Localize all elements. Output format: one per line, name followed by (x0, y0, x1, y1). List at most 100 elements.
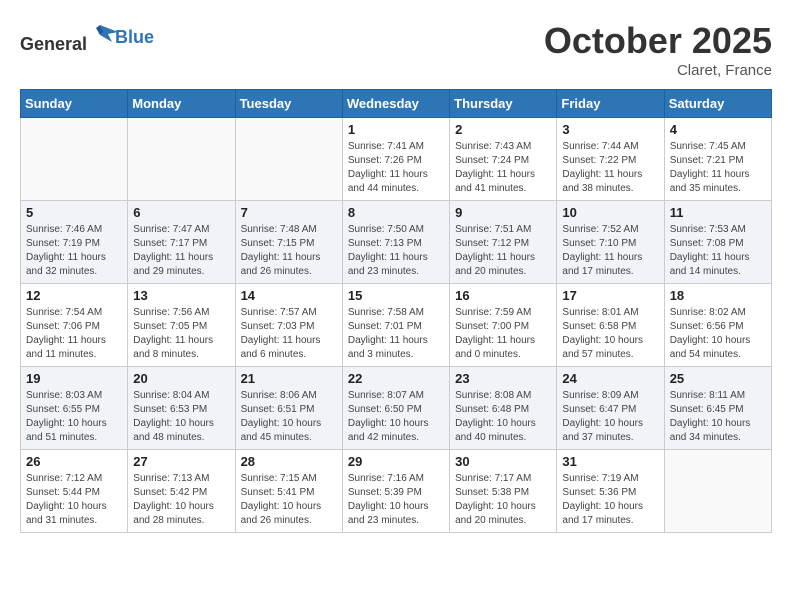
table-row: 12 Sunrise: 7:54 AM Sunset: 7:06 PM Dayli… (21, 284, 128, 367)
day-number: 6 (133, 205, 229, 220)
day-number: 26 (26, 454, 122, 469)
table-row: 1 Sunrise: 7:41 AM Sunset: 7:26 PM Daylig… (342, 118, 449, 201)
day-number: 30 (455, 454, 551, 469)
calendar-week-row: 19 Sunrise: 8:03 AM Sunset: 6:55 PM Dayli… (21, 367, 772, 450)
day-info: Sunrise: 8:02 AM Sunset: 6:56 PM Dayligh… (670, 306, 766, 362)
day-number: 9 (455, 205, 551, 220)
table-row: 10 Sunrise: 7:52 AM Sunset: 7:10 PM Dayli… (557, 201, 664, 284)
header-saturday: Saturday (664, 90, 771, 118)
day-info: Sunrise: 8:06 AM Sunset: 6:51 PM Dayligh… (241, 389, 337, 445)
table-row: 11 Sunrise: 7:53 AM Sunset: 7:08 PM Dayli… (664, 201, 771, 284)
day-number: 25 (670, 371, 766, 386)
table-row: 22 Sunrise: 8:07 AM Sunset: 6:50 PM Dayli… (342, 367, 449, 450)
table-row: 28 Sunrise: 7:15 AM Sunset: 5:41 PM Dayli… (235, 450, 342, 533)
table-row: 21 Sunrise: 8:06 AM Sunset: 6:51 PM Dayli… (235, 367, 342, 450)
calendar-week-row: 1 Sunrise: 7:41 AM Sunset: 7:26 PM Daylig… (21, 118, 772, 201)
header-monday: Monday (128, 90, 235, 118)
table-row: 23Sunrise: 8:08 AM Sunset: 6:48 PM Dayli… (450, 367, 557, 450)
table-row: 24 Sunrise: 8:09 AM Sunset: 6:47 PM Dayli… (557, 367, 664, 450)
day-info: Sunrise: 7:44 AM Sunset: 7:22 PM Dayligh… (562, 140, 658, 196)
table-row: 6 Sunrise: 7:47 AM Sunset: 7:17 PM Daylig… (128, 201, 235, 284)
table-row: 8 Sunrise: 7:50 AM Sunset: 7:13 PM Daylig… (342, 201, 449, 284)
day-info: Sunrise: 8:09 AM Sunset: 6:47 PM Dayligh… (562, 389, 658, 445)
title-section: October 2025 Claret, France (544, 20, 772, 79)
day-number: 29 (348, 454, 444, 469)
day-number: 20 (133, 371, 229, 386)
day-number: 19 (26, 371, 122, 386)
day-number: 11 (670, 205, 766, 220)
day-info: Sunrise: 7:48 AM Sunset: 7:15 PM Dayligh… (241, 223, 337, 279)
day-number: 16 (455, 288, 551, 303)
day-info: Sunrise: 8:08 AM Sunset: 6:48 PM Dayligh… (455, 389, 551, 445)
day-info: Sunrise: 7:15 AM Sunset: 5:41 PM Dayligh… (241, 472, 337, 528)
header-wednesday: Wednesday (342, 90, 449, 118)
table-row: 7 Sunrise: 7:48 AM Sunset: 7:15 PM Daylig… (235, 201, 342, 284)
table-row: 20 Sunrise: 8:04 AM Sunset: 6:53 PM Dayli… (128, 367, 235, 450)
table-row: 30Sunrise: 7:17 AM Sunset: 5:38 PM Dayli… (450, 450, 557, 533)
day-number: 21 (241, 371, 337, 386)
day-info: Sunrise: 7:52 AM Sunset: 7:10 PM Dayligh… (562, 223, 658, 279)
header-friday: Friday (557, 90, 664, 118)
table-row: 4 Sunrise: 7:45 AM Sunset: 7:21 PM Daylig… (664, 118, 771, 201)
day-number: 12 (26, 288, 122, 303)
day-number: 7 (241, 205, 337, 220)
month-title: October 2025 (544, 20, 772, 62)
calendar-week-row: 5Sunrise: 7:46 AM Sunset: 7:19 PM Daylig… (21, 201, 772, 284)
calendar-week-row: 12 Sunrise: 7:54 AM Sunset: 7:06 PM Dayli… (21, 284, 772, 367)
table-row: 13 Sunrise: 7:56 AM Sunset: 7:05 PM Dayli… (128, 284, 235, 367)
day-number: 22 (348, 371, 444, 386)
table-row: 3 Sunrise: 7:44 AM Sunset: 7:22 PM Daylig… (557, 118, 664, 201)
calendar-week-row: 26 Sunrise: 7:12 AM Sunset: 5:44 PM Dayli… (21, 450, 772, 533)
day-info: Sunrise: 7:58 AM Sunset: 7:01 PM Dayligh… (348, 306, 444, 362)
calendar-table: Sunday Monday Tuesday Wednesday Thursday… (20, 89, 772, 533)
day-info: Sunrise: 7:53 AM Sunset: 7:08 PM Dayligh… (670, 223, 766, 279)
day-number: 31 (562, 454, 658, 469)
table-row: 27 Sunrise: 7:13 AM Sunset: 5:42 PM Dayli… (128, 450, 235, 533)
weekday-header-row: Sunday Monday Tuesday Wednesday Thursday… (21, 90, 772, 118)
page-header: General Blue October 2025 Claret, France (20, 20, 772, 79)
day-number: 10 (562, 205, 658, 220)
day-number: 15 (348, 288, 444, 303)
table-row (128, 118, 235, 201)
day-number: 17 (562, 288, 658, 303)
day-info: Sunrise: 8:07 AM Sunset: 6:50 PM Dayligh… (348, 389, 444, 445)
day-info: Sunrise: 7:54 AM Sunset: 7:06 PM Dayligh… (26, 306, 122, 362)
day-number: 1 (348, 122, 444, 137)
day-info: Sunrise: 8:04 AM Sunset: 6:53 PM Dayligh… (133, 389, 229, 445)
table-row: 31Sunrise: 7:19 AM Sunset: 5:36 PM Dayli… (557, 450, 664, 533)
day-number: 24 (562, 371, 658, 386)
day-info: Sunrise: 8:11 AM Sunset: 6:45 PM Dayligh… (670, 389, 766, 445)
table-row: 17 Sunrise: 8:01 AM Sunset: 6:58 PM Dayli… (557, 284, 664, 367)
day-number: 14 (241, 288, 337, 303)
logo-blue: Blue (115, 27, 154, 47)
day-info: Sunrise: 7:56 AM Sunset: 7:05 PM Dayligh… (133, 306, 229, 362)
table-row: 15 Sunrise: 7:58 AM Sunset: 7:01 PM Dayli… (342, 284, 449, 367)
day-number: 8 (348, 205, 444, 220)
table-row: 9Sunrise: 7:51 AM Sunset: 7:12 PM Daylig… (450, 201, 557, 284)
day-number: 2 (455, 122, 551, 137)
table-row: 16Sunrise: 7:59 AM Sunset: 7:00 PM Dayli… (450, 284, 557, 367)
day-info: Sunrise: 7:12 AM Sunset: 5:44 PM Dayligh… (26, 472, 122, 528)
table-row (664, 450, 771, 533)
day-info: Sunrise: 7:43 AM Sunset: 7:24 PM Dayligh… (455, 140, 551, 196)
day-number: 27 (133, 454, 229, 469)
day-info: Sunrise: 7:13 AM Sunset: 5:42 PM Dayligh… (133, 472, 229, 528)
header-tuesday: Tuesday (235, 90, 342, 118)
day-number: 13 (133, 288, 229, 303)
day-info: Sunrise: 8:03 AM Sunset: 6:55 PM Dayligh… (26, 389, 122, 445)
table-row: 5Sunrise: 7:46 AM Sunset: 7:19 PM Daylig… (21, 201, 128, 284)
day-number: 28 (241, 454, 337, 469)
table-row: 14Sunrise: 7:57 AM Sunset: 7:03 PM Dayli… (235, 284, 342, 367)
table-row: 25 Sunrise: 8:11 AM Sunset: 6:45 PM Dayli… (664, 367, 771, 450)
day-number: 4 (670, 122, 766, 137)
day-info: Sunrise: 8:01 AM Sunset: 6:58 PM Dayligh… (562, 306, 658, 362)
day-info: Sunrise: 7:47 AM Sunset: 7:17 PM Dayligh… (133, 223, 229, 279)
logo: General Blue (20, 20, 154, 55)
day-info: Sunrise: 7:46 AM Sunset: 7:19 PM Dayligh… (26, 223, 122, 279)
day-info: Sunrise: 7:16 AM Sunset: 5:39 PM Dayligh… (348, 472, 444, 528)
day-info: Sunrise: 7:41 AM Sunset: 7:26 PM Dayligh… (348, 140, 444, 196)
day-info: Sunrise: 7:50 AM Sunset: 7:13 PM Dayligh… (348, 223, 444, 279)
day-info: Sunrise: 7:45 AM Sunset: 7:21 PM Dayligh… (670, 140, 766, 196)
day-number: 3 (562, 122, 658, 137)
table-row (235, 118, 342, 201)
